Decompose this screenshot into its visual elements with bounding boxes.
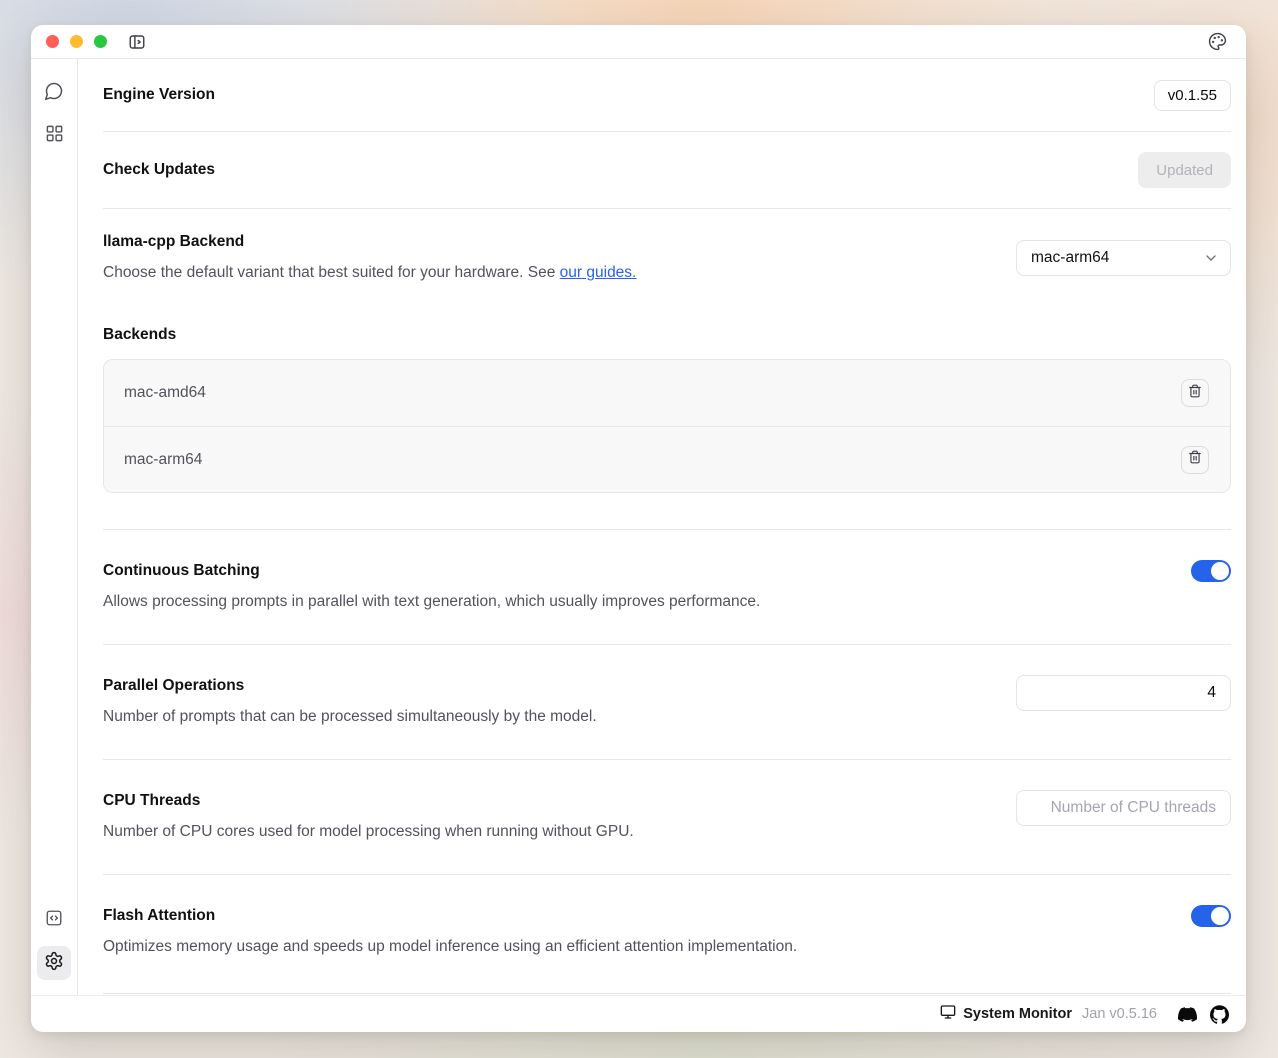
- check-updates-button[interactable]: Updated: [1138, 152, 1231, 188]
- github-icon[interactable]: [1210, 1005, 1229, 1024]
- footer: System Monitor Jan v0.5.16: [31, 995, 1246, 1032]
- flash-attention-description: Optimizes memory usage and speeds up mod…: [103, 936, 797, 958]
- window-body: Engine Version v0.1.55 Check Updates Upd…: [31, 59, 1246, 995]
- llamacpp-backend-section: llama-cpp Backend Choose the default var…: [103, 209, 1231, 530]
- backend-list-item: mac-amd64: [104, 360, 1230, 426]
- app-version-label: Jan v0.5.16: [1082, 1006, 1157, 1022]
- cpu-threads-section: CPU Threads Number of CPU cores used for…: [103, 760, 1231, 875]
- jan-settings-window: Engine Version v0.1.55 Check Updates Upd…: [31, 25, 1246, 1032]
- flash-attention-toggle[interactable]: [1191, 905, 1231, 927]
- trash-icon: [1188, 450, 1202, 469]
- chat-bubble-icon: [44, 81, 64, 106]
- titlebar: [31, 25, 1246, 59]
- monitor-icon: [940, 1004, 956, 1024]
- parallel-operations-text-block: Parallel Operations Number of prompts th…: [103, 675, 597, 728]
- check-updates-label: Check Updates: [103, 159, 215, 181]
- traffic-lights: [46, 35, 107, 48]
- continuous-batching-text-block: Continuous Batching Allows processing pr…: [103, 560, 760, 613]
- cpu-threads-label: CPU Threads: [103, 790, 634, 812]
- check-updates-row: Check Updates Updated: [103, 132, 1231, 209]
- backend-description-text: Choose the default variant that best sui…: [103, 264, 560, 281]
- toggle-knob: [1211, 907, 1229, 925]
- continuous-batching-section: Continuous Batching Allows processing pr…: [103, 530, 1231, 645]
- backend-select[interactable]: mac-arm64: [1016, 240, 1231, 276]
- backend-item-name: mac-arm64: [124, 451, 202, 469]
- delete-backend-button[interactable]: [1181, 446, 1209, 474]
- parallel-operations-input[interactable]: [1016, 675, 1231, 711]
- backend-description: Choose the default variant that best sui…: [103, 262, 636, 284]
- theme-palette-icon[interactable]: [1208, 32, 1227, 51]
- grid-icon: [45, 124, 64, 148]
- backend-item-name: mac-amd64: [124, 384, 206, 402]
- sidebar-item-hub[interactable]: [37, 119, 71, 153]
- chevron-down-icon: [1203, 250, 1219, 266]
- settings-panel: Engine Version v0.1.55 Check Updates Upd…: [78, 59, 1246, 995]
- flash-attention-label: Flash Attention: [103, 905, 797, 927]
- cpu-threads-input[interactable]: [1016, 790, 1231, 826]
- discord-icon[interactable]: [1178, 1005, 1197, 1024]
- backend-list-item: mac-arm64: [104, 426, 1230, 492]
- cpu-threads-description: Number of CPU cores used for model proce…: [103, 821, 634, 843]
- sidebar-item-local-api-server[interactable]: [37, 903, 71, 937]
- flash-attention-section: Flash Attention Optimizes memory usage a…: [103, 875, 1231, 994]
- continuous-batching-toggle[interactable]: [1191, 560, 1231, 582]
- system-monitor-label: System Monitor: [963, 1006, 1072, 1022]
- backend-label: llama-cpp Backend: [103, 231, 636, 253]
- sidebar: [31, 59, 78, 995]
- sidebar-bottom-group: [37, 903, 71, 980]
- system-monitor-button[interactable]: System Monitor: [940, 1004, 1072, 1024]
- maximize-button[interactable]: [94, 35, 107, 48]
- parallel-operations-section: Parallel Operations Number of prompts th…: [103, 645, 1231, 760]
- backends-list-label: Backends: [103, 324, 1231, 346]
- our-guides-link[interactable]: our guides.: [560, 264, 637, 281]
- code-square-icon: [45, 909, 63, 932]
- close-button[interactable]: [46, 35, 59, 48]
- parallel-operations-label: Parallel Operations: [103, 675, 597, 697]
- cpu-threads-text-block: CPU Threads Number of CPU cores used for…: [103, 790, 634, 843]
- backends-list: mac-amd64 mac-arm64: [103, 359, 1231, 493]
- engine-version-row: Engine Version v0.1.55: [103, 59, 1231, 132]
- toggle-knob: [1211, 562, 1229, 580]
- gear-icon: [44, 951, 64, 976]
- trash-icon: [1188, 384, 1202, 403]
- backend-select-value: mac-arm64: [1031, 249, 1109, 267]
- continuous-batching-description: Allows processing prompts in parallel wi…: [103, 591, 760, 613]
- sidebar-toggle-icon[interactable]: [128, 33, 146, 51]
- sidebar-item-settings[interactable]: [37, 946, 71, 980]
- parallel-operations-description: Number of prompts that can be processed …: [103, 706, 597, 728]
- continuous-batching-label: Continuous Batching: [103, 560, 760, 582]
- sidebar-top-group: [37, 76, 71, 153]
- delete-backend-button[interactable]: [1181, 379, 1209, 407]
- minimize-button[interactable]: [70, 35, 83, 48]
- engine-version-badge[interactable]: v0.1.55: [1154, 80, 1231, 111]
- backend-text-block: llama-cpp Backend Choose the default var…: [103, 231, 636, 284]
- engine-version-label: Engine Version: [103, 84, 215, 106]
- sidebar-item-chat[interactable]: [37, 76, 71, 110]
- flash-attention-text-block: Flash Attention Optimizes memory usage a…: [103, 905, 797, 958]
